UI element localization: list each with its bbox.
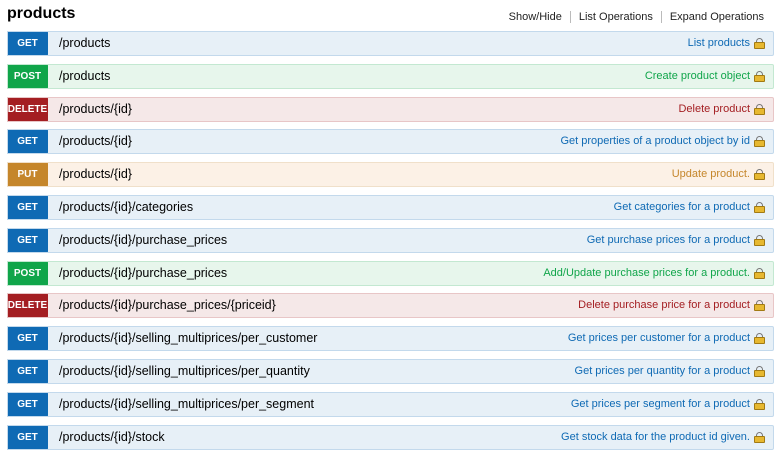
link-divider	[660, 11, 662, 23]
operation-summary[interactable]: Delete purchase price for a product	[578, 294, 750, 317]
operation-path[interactable]: /products/{id}/selling_multiprices/per_s…	[59, 393, 314, 416]
lock-icon[interactable]	[754, 398, 765, 410]
operation-path[interactable]: /products/{id}/stock	[59, 426, 165, 449]
operation-row[interactable]: DELETE/products/{id}/purchase_prices/{pr…	[7, 293, 774, 319]
lock-body	[754, 402, 765, 410]
operation-path[interactable]: /products/{id}	[59, 130, 132, 153]
operation-row[interactable]: POST/products/{id}/purchase_prices Add/Up…	[7, 260, 774, 286]
operation-summary[interactable]: Update product.	[672, 163, 750, 186]
http-method-badge[interactable]: GET	[8, 359, 48, 383]
operation-row[interactable]: DELETE/products/{id} Delete product	[7, 96, 774, 122]
lock-body	[754, 369, 765, 377]
operation-row[interactable]: GET/products/{id}/purchase_prices Get pur…	[7, 227, 774, 253]
operation-path[interactable]: /products	[59, 65, 110, 88]
operation-summary[interactable]: Get properties of a product object by id	[560, 130, 750, 153]
http-method-badge[interactable]: GET	[8, 130, 48, 154]
lock-body	[754, 140, 765, 148]
http-method-badge[interactable]: GET	[8, 327, 48, 351]
operation-row[interactable]: GET/products/{id}/selling_multiprices/pe…	[7, 358, 774, 384]
lock-body	[754, 304, 765, 312]
http-method-badge[interactable]: GET	[8, 228, 48, 252]
lock-body	[754, 205, 765, 213]
lock-body	[754, 173, 765, 181]
operation-row[interactable]: POST/products Create product object	[7, 63, 774, 89]
expand-operations-link[interactable]: Expand Operations	[670, 11, 764, 23]
lock-icon[interactable]	[754, 70, 765, 82]
lock-body	[754, 271, 765, 279]
operation-summary[interactable]: Get categories for a product	[614, 196, 750, 219]
http-method-badge[interactable]: GET	[8, 392, 48, 416]
operation-path[interactable]: /products/{id}	[59, 163, 132, 186]
lock-body	[754, 435, 765, 443]
operation-path[interactable]: /products/{id}/selling_multiprices/per_q…	[59, 360, 310, 383]
operation-summary[interactable]: Get purchase prices for a product	[587, 229, 750, 252]
operation-summary[interactable]: Add/Update purchase prices for a product…	[543, 262, 750, 285]
lock-icon[interactable]	[754, 267, 765, 279]
http-method-badge[interactable]: DELETE	[8, 294, 48, 318]
lock-body	[754, 42, 765, 49]
operation-path[interactable]: /products	[59, 32, 110, 55]
lock-body	[754, 337, 765, 345]
operation-summary[interactable]: Get prices per segment for a product	[571, 393, 750, 416]
http-method-badge[interactable]: GET	[8, 425, 48, 449]
lock-icon[interactable]	[754, 234, 765, 246]
http-method-badge[interactable]: POST	[8, 64, 48, 88]
http-method-badge[interactable]: PUT	[8, 163, 48, 187]
lock-body	[754, 74, 765, 82]
lock-icon[interactable]	[754, 431, 765, 443]
lock-body	[754, 238, 765, 246]
section-header: products Show/Hide List Operations Expan…	[0, 0, 778, 31]
operation-path[interactable]: /products/{id}/purchase_prices/{priceid}	[59, 294, 276, 317]
operation-summary[interactable]: Create product object	[645, 65, 750, 88]
operation-path[interactable]: /products/{id}/categories	[59, 196, 193, 219]
lock-icon[interactable]	[754, 201, 765, 213]
operation-summary[interactable]: Get stock data for the product id given.	[561, 426, 750, 449]
link-divider	[569, 11, 571, 23]
operation-row[interactable]: GET/products/{id}/selling_multiprices/pe…	[7, 326, 774, 352]
operation-path[interactable]: /products/{id}/purchase_prices	[59, 229, 227, 252]
operation-path[interactable]: /products/{id}	[59, 98, 132, 121]
http-method-badge[interactable]: GET	[8, 32, 48, 55]
operation-path[interactable]: /products/{id}/purchase_prices	[59, 262, 227, 285]
operation-row[interactable]: GET/products/{id}/selling_multiprices/pe…	[7, 391, 774, 417]
operation-summary[interactable]: List products	[688, 32, 750, 55]
operation-summary[interactable]: Get prices per customer for a product	[568, 327, 750, 350]
lock-body	[754, 107, 765, 115]
operation-row[interactable]: GET/products/{id}/categories Get categori…	[7, 194, 774, 220]
lock-icon[interactable]	[754, 169, 765, 181]
operation-row[interactable]: PUT/products/{id} Update product.	[7, 162, 774, 188]
lock-icon[interactable]	[754, 136, 765, 148]
section-title[interactable]: products	[7, 5, 75, 23]
lock-icon[interactable]	[754, 103, 765, 115]
operation-row[interactable]: GET/products List products	[7, 31, 774, 56]
lock-icon[interactable]	[754, 300, 765, 312]
http-method-badge[interactable]: POST	[8, 261, 48, 285]
operation-path[interactable]: /products/{id}/selling_multiprices/per_c…	[59, 327, 317, 350]
operation-summary[interactable]: Get prices per quantity for a product	[575, 360, 750, 383]
operation-summary[interactable]: Delete product	[678, 98, 750, 121]
lock-icon[interactable]	[754, 38, 765, 49]
list-operations-link[interactable]: List Operations	[579, 11, 653, 23]
http-method-badge[interactable]: GET	[8, 195, 48, 219]
operations-list: GET/products List products POST/products Cr…	[7, 31, 774, 457]
lock-icon[interactable]	[754, 365, 765, 377]
http-method-badge[interactable]: DELETE	[8, 97, 48, 121]
operation-row[interactable]: GET/products/{id} Get properties of a pro…	[7, 129, 774, 155]
operations-links: Show/Hide List Operations Expand Operati…	[509, 11, 764, 23]
lock-icon[interactable]	[754, 333, 765, 345]
show-hide-link[interactable]: Show/Hide	[509, 11, 562, 23]
operation-row[interactable]: GET/products/{id}/stock Get stock data fo…	[7, 424, 774, 450]
